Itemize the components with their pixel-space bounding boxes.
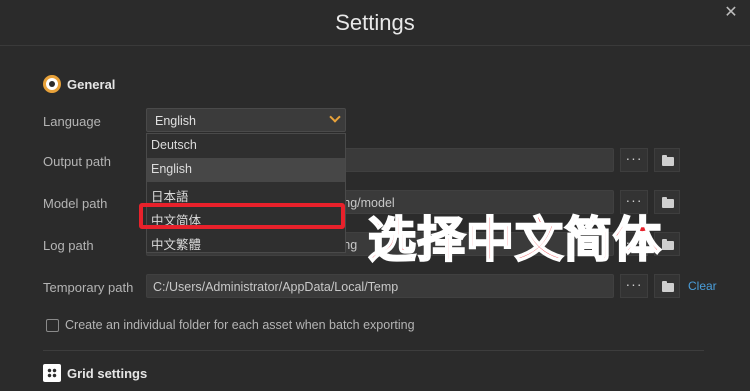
- annotation-text: 选择中文简体: [367, 213, 663, 268]
- temp-path-browse-button[interactable]: ···: [620, 274, 648, 298]
- batch-folder-option[interactable]: Create an individual folder for each ass…: [46, 318, 415, 332]
- title-bar: Settings ✕: [0, 0, 750, 46]
- chevron-down-icon: [329, 111, 341, 123]
- language-select-value: English: [155, 114, 196, 128]
- section-divider: [43, 350, 704, 351]
- language-dropdown-menu: Deutsch English 日本語 中文简体 中文繁體: [146, 133, 346, 253]
- grid-icon: [43, 364, 61, 382]
- grid-section-header: Grid settings: [43, 364, 147, 382]
- close-icon[interactable]: ✕: [724, 5, 738, 21]
- general-section-header: General: [43, 75, 115, 93]
- gear-icon: [43, 75, 61, 93]
- language-select[interactable]: English: [146, 108, 346, 132]
- language-label: Language: [43, 114, 101, 129]
- temp-path-folder-icon[interactable]: [654, 274, 680, 298]
- general-heading: General: [67, 76, 116, 92]
- language-option-english[interactable]: English: [147, 158, 345, 182]
- output-path-browse-button[interactable]: ···: [620, 148, 648, 172]
- model-path-label: Model path: [43, 196, 108, 211]
- clear-temp-path-link[interactable]: Clear: [688, 279, 717, 293]
- batch-folder-checkbox[interactable]: [46, 318, 59, 332]
- window-title: Settings: [335, 10, 415, 35]
- language-option-traditional-chinese[interactable]: 中文繁體: [147, 230, 345, 254]
- language-option-deutsch[interactable]: Deutsch: [147, 134, 345, 158]
- temp-path-field[interactable]: C:/Users/Administrator/AppData/Local/Tem…: [146, 274, 614, 298]
- log-path-label: Log path: [43, 238, 94, 253]
- highlight-box: [139, 203, 345, 229]
- temp-path-label: Temporary path: [43, 280, 134, 295]
- batch-folder-label: Create an individual folder for each ass…: [65, 318, 415, 332]
- output-path-folder-icon[interactable]: [654, 148, 680, 172]
- output-path-label: Output path: [43, 154, 111, 169]
- grid-heading: Grid settings: [67, 365, 148, 381]
